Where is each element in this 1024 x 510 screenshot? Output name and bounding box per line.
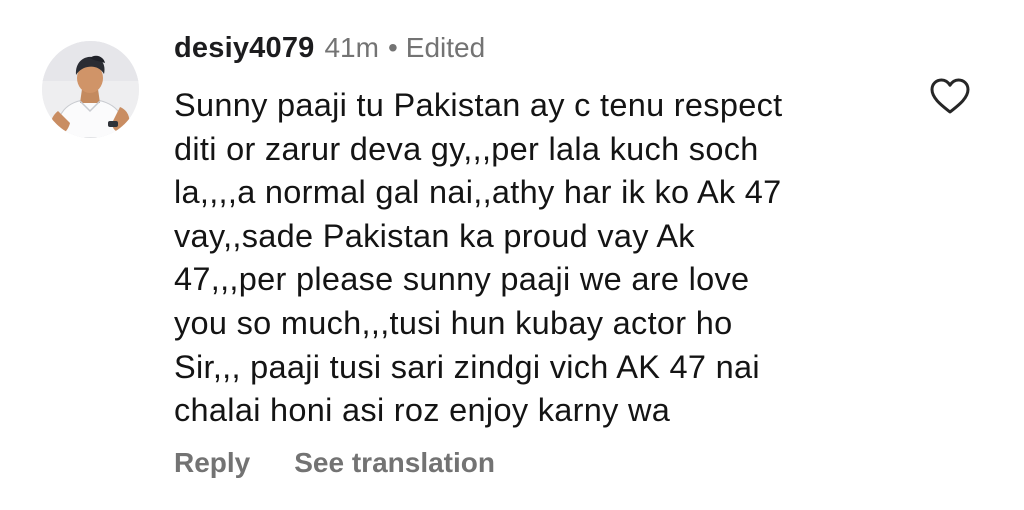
- comment-text-line: Sir,,, paaji tusi sari zindgi vich AK 47…: [174, 348, 760, 385]
- timestamp: 41m: [324, 32, 379, 63]
- comment-text-line: diti or zarur deva gy,,,per lala kuch so…: [174, 130, 759, 167]
- see-translation-button[interactable]: See translation: [294, 447, 495, 479]
- reply-button[interactable]: Reply: [174, 447, 250, 479]
- comment-actions: Reply See translation: [174, 447, 495, 479]
- avatar-image: [42, 41, 139, 138]
- edited-label: Edited: [405, 32, 486, 63]
- separator-dot: •: [387, 32, 398, 63]
- username[interactable]: desiy4079: [174, 32, 314, 65]
- comment-item: desiy4079 41m • Edited Sunny paaji tu Pa…: [0, 0, 1024, 510]
- comment-text-line: you so much,,,tusi hun kubay actor ho: [174, 304, 733, 341]
- comment-header: desiy4079 41m • Edited: [174, 32, 485, 72]
- like-button[interactable]: [928, 76, 972, 116]
- comment-text-line: chalai honi asi roz enjoy karny wa: [174, 392, 671, 429]
- comment-text: Sunny paaji tu Pakistan ay c tenu respec…: [174, 84, 894, 433]
- comment-text-line: la,,,,a normal gal nai,,athy har ik ko A…: [174, 174, 782, 211]
- heart-outline-icon: [930, 78, 970, 114]
- comment-text-line: vay,,sade Pakistan ka proud vay Ak: [174, 217, 695, 254]
- comment-text-line: 47,,,per please sunny paaji we are love: [174, 261, 750, 298]
- avatar[interactable]: [42, 41, 139, 138]
- comment-text-line: Sunny paaji tu Pakistan ay c tenu respec…: [174, 87, 783, 123]
